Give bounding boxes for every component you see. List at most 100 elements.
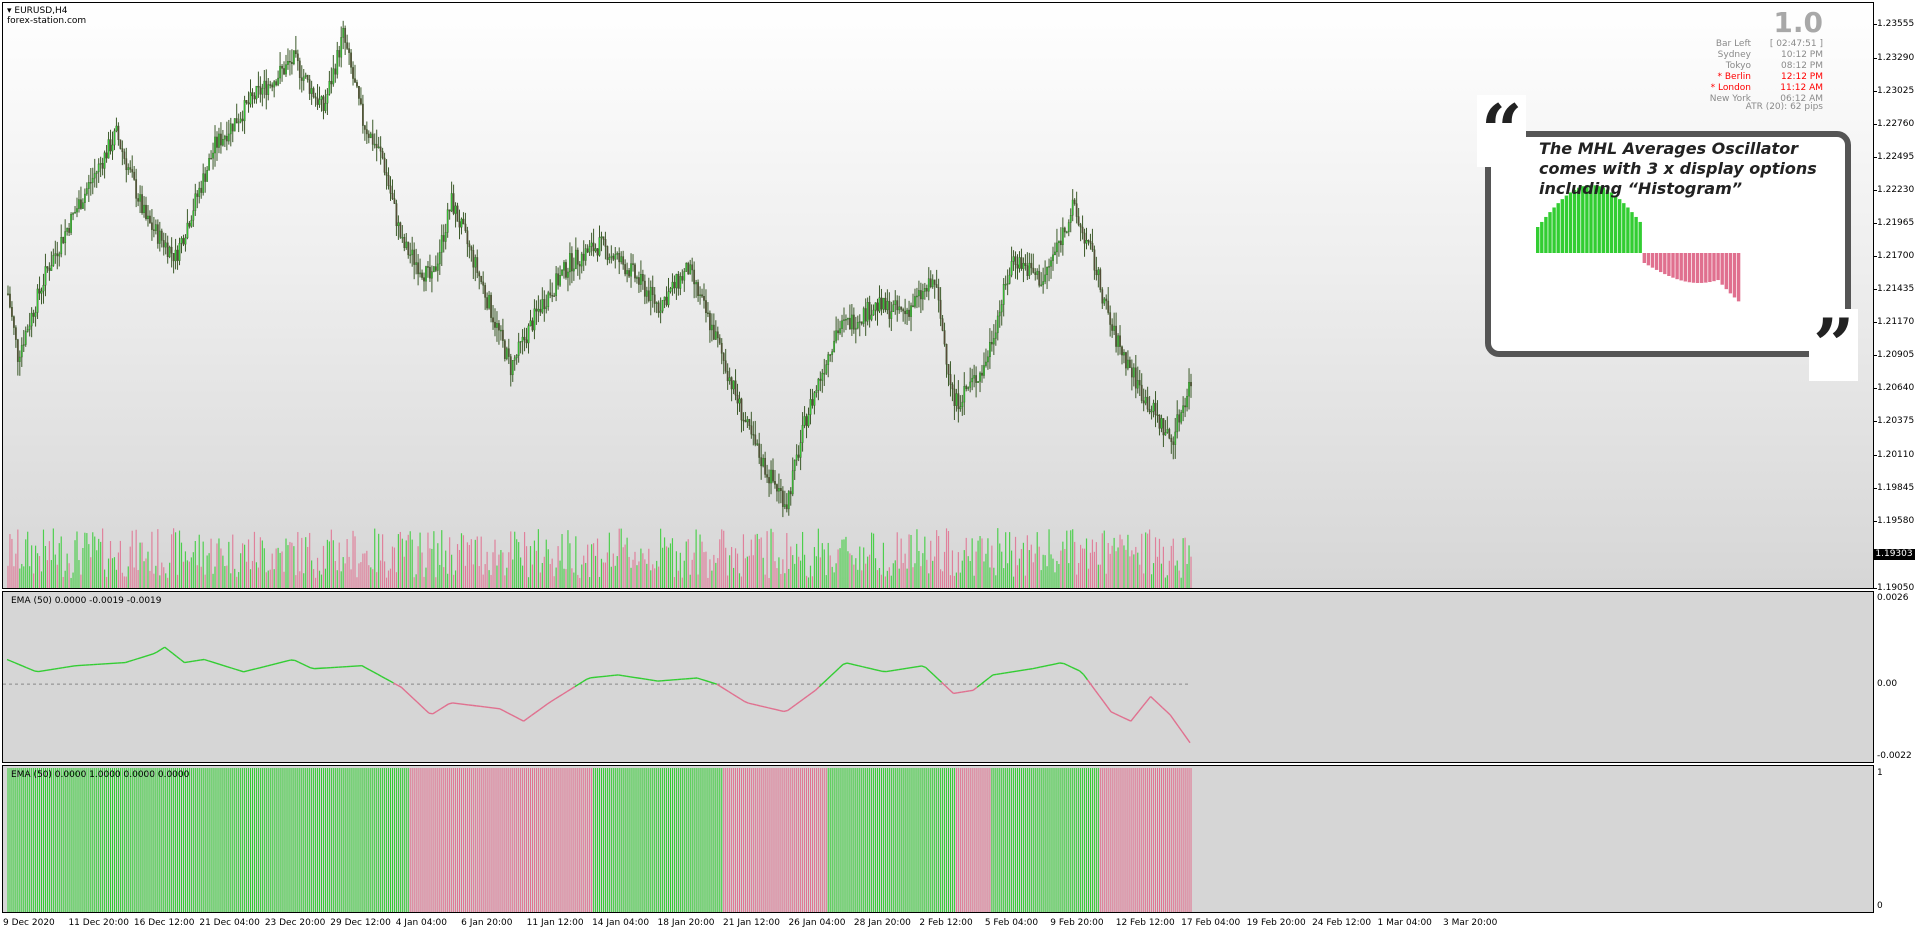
oscillator-segment — [905, 667, 911, 670]
candle-body — [1172, 441, 1175, 445]
histogram-bar — [167, 768, 169, 912]
volume-bar — [768, 577, 770, 588]
candle-body — [1083, 232, 1086, 244]
candle-body — [1063, 227, 1066, 233]
histogram-bar — [460, 768, 462, 912]
chart-window[interactable]: ▾ EURUSD,H4 forex-station.com 1.0 Bar Le… — [0, 0, 1916, 933]
histogram-bar — [129, 768, 131, 912]
histogram-bar — [443, 768, 445, 912]
candle-body — [289, 61, 291, 63]
time-axis-label: 14 Jan 04:00 — [592, 918, 650, 928]
histogram-bar — [348, 768, 350, 912]
histogram-bar — [1022, 768, 1024, 912]
histogram-bar — [543, 768, 545, 912]
histogram-bar — [218, 768, 220, 912]
candle-body — [168, 246, 171, 258]
mini-histogram-bar — [1663, 253, 1667, 275]
volume-bar — [159, 575, 161, 588]
volume-bar — [19, 568, 21, 588]
volume-bar — [904, 553, 906, 588]
histogram-bar — [1133, 768, 1135, 912]
candle-body — [989, 342, 991, 358]
histogram-bar — [608, 768, 610, 912]
price-pane[interactable]: ▾ EURUSD,H4 forex-station.com 1.0 Bar Le… — [2, 2, 1874, 589]
candle-body — [1186, 395, 1188, 408]
histogram-bar — [565, 768, 567, 912]
volume-bar — [1062, 541, 1064, 588]
volume-bar — [614, 565, 616, 588]
histogram-bar — [798, 768, 800, 912]
oscillator-segment — [972, 686, 978, 691]
histogram-bar — [366, 768, 368, 912]
session-value: 08:12 PM — [1781, 61, 1823, 71]
candle-body — [947, 364, 950, 375]
volume-bar — [131, 530, 133, 588]
volume-bar — [1064, 549, 1066, 588]
candle-body — [285, 64, 287, 75]
oscillator-segment — [200, 658, 205, 661]
histogram-bar — [90, 768, 92, 912]
volume-bar — [932, 560, 934, 588]
volume-bar — [393, 547, 396, 588]
candle-body — [488, 294, 490, 309]
histogram-bar — [671, 768, 673, 912]
candle-body — [762, 457, 765, 467]
time-axis-label: 28 Jan 20:00 — [853, 918, 911, 928]
volume-bar — [105, 576, 108, 588]
volume-bar — [894, 560, 896, 588]
oscillator-segment — [1082, 674, 1089, 681]
candle-body — [415, 262, 418, 265]
candle-body — [1079, 224, 1082, 228]
histogram-bar — [27, 768, 29, 912]
oscillator-segment — [957, 691, 962, 694]
candle-body — [395, 203, 398, 227]
histogram-bar — [806, 768, 808, 912]
oscillator-segment — [310, 667, 315, 670]
candle-body — [1111, 324, 1114, 331]
candle-body — [225, 135, 228, 142]
volume-bar — [1129, 556, 1131, 588]
volume-bar — [31, 545, 33, 588]
volume-bar — [1164, 577, 1166, 588]
oscillator-segment — [416, 701, 422, 707]
oscillator-segment — [271, 663, 276, 666]
volume-bar — [84, 532, 86, 588]
candle-body — [1087, 240, 1090, 242]
histogram-bar — [1184, 768, 1186, 912]
candle-body — [987, 356, 989, 363]
oscillator-segment — [1150, 695, 1156, 701]
oscillator-segment — [377, 673, 382, 678]
histogram-bar — [413, 768, 415, 912]
candle-body — [125, 158, 128, 171]
histogram-bar — [622, 768, 624, 912]
oscillator-segment — [1122, 716, 1128, 720]
histogram-bar — [216, 768, 218, 912]
volume-bar — [1046, 566, 1048, 588]
histogram-bar — [537, 768, 539, 912]
volume-bar — [1093, 551, 1095, 588]
oscillator-segment — [720, 686, 726, 690]
volume-bar — [295, 575, 297, 588]
histogram-bar — [740, 768, 742, 912]
oscillator-segment — [54, 667, 59, 670]
histogram-bar — [291, 768, 293, 912]
volume-bar — [472, 564, 474, 588]
volume-bar — [94, 536, 96, 588]
oscillator-segment — [412, 697, 418, 703]
oscillator-pane[interactable]: EMA (50) 0.0000 -0.0019 -0.0019 — [2, 591, 1874, 763]
candle-body — [62, 237, 65, 244]
volume-bar — [399, 531, 401, 588]
candle-body — [616, 253, 619, 255]
price-axis-tick — [1874, 24, 1877, 25]
histogram-bar — [447, 768, 449, 912]
histogram-bar — [210, 768, 212, 912]
candle-body — [129, 167, 132, 170]
candle-body — [470, 246, 473, 251]
histogram-pane[interactable]: EMA (50) 0.0000 1.0000 0.0000 0.0000 — [2, 765, 1874, 913]
volume-bar — [898, 568, 900, 588]
histogram-bar — [662, 768, 664, 912]
oscillator-segment — [626, 675, 631, 678]
volume-bar — [555, 567, 557, 588]
histogram-bar — [685, 768, 687, 912]
oscillator-axis-label: 0.00 — [1877, 679, 1898, 689]
